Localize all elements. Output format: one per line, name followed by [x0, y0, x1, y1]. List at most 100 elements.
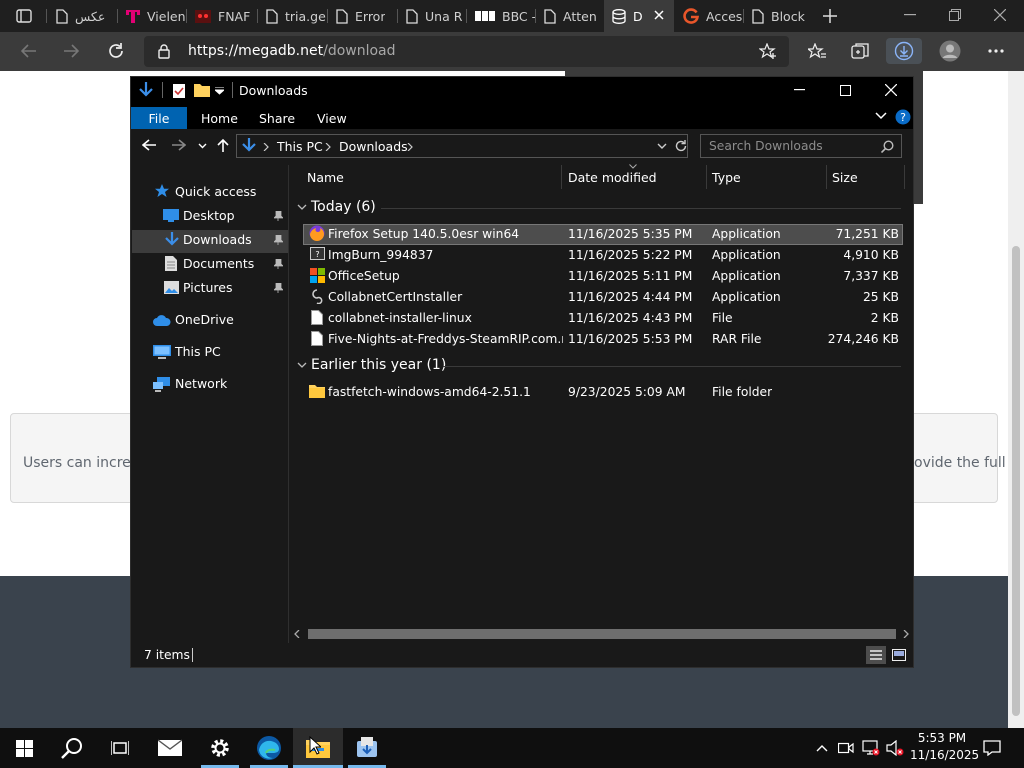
- column-divider[interactable]: [826, 165, 827, 189]
- column-header-type[interactable]: Type: [712, 170, 741, 185]
- group-collapse-icon[interactable]: [297, 204, 307, 211]
- search-taskbar-icon[interactable]: [48, 728, 96, 768]
- favorites-icon[interactable]: [804, 39, 830, 63]
- tab-8-active[interactable]: D: [604, 0, 674, 32]
- clock-time[interactable]: 5:53 PM: [910, 731, 974, 745]
- address-bar[interactable]: https://megadb.net/download: [144, 36, 789, 67]
- tab-7[interactable]: Atten: [536, 0, 604, 32]
- scroll-right-icon[interactable]: [903, 630, 909, 638]
- group-header-today[interactable]: Today (6): [311, 199, 376, 215]
- tab-0[interactable]: عكس: [48, 0, 117, 32]
- more-menu-icon[interactable]: [983, 39, 1009, 63]
- tab-3[interactable]: tria.ge: [258, 0, 327, 32]
- tab-2[interactable]: FNAF: [187, 0, 257, 32]
- tab-5[interactable]: Una R: [398, 0, 466, 32]
- group-collapse-icon[interactable]: [297, 362, 307, 369]
- explorer-close-icon[interactable]: [871, 77, 911, 103]
- breadcrumb-downloads[interactable]: Downloads: [339, 139, 408, 154]
- forward-icon[interactable]: [58, 39, 86, 63]
- collections-icon[interactable]: [847, 39, 873, 63]
- page-scrollbar[interactable]: [1008, 71, 1024, 728]
- nav-forward-icon[interactable]: [172, 139, 186, 151]
- sidebar-item-pictures[interactable]: Pictures: [183, 280, 233, 295]
- tab-6[interactable]: BBC -: [467, 0, 535, 32]
- tab-4[interactable]: Error: [328, 0, 397, 32]
- restore-icon[interactable]: [935, 0, 975, 30]
- file-name[interactable]: ImgBurn_994837: [328, 248, 560, 262]
- large-icons-view-icon[interactable]: [889, 646, 909, 664]
- new-folder-icon[interactable]: [194, 83, 210, 97]
- h-scroll-thumb[interactable]: [308, 629, 896, 639]
- search-icon[interactable]: [881, 140, 894, 153]
- tab-1[interactable]: Vielen: [118, 0, 186, 32]
- volume-icon[interactable]: [884, 738, 906, 758]
- column-divider[interactable]: [561, 165, 562, 189]
- sidebar-item-this-pc[interactable]: This PC: [175, 344, 221, 359]
- close-window-icon[interactable]: [980, 0, 1020, 30]
- ribbon-tab-home[interactable]: Home: [201, 107, 238, 129]
- refresh-icon[interactable]: [102, 39, 130, 63]
- sidebar-item-downloads[interactable]: Downloads: [183, 232, 252, 247]
- sidebar-quick-access[interactable]: Quick access: [175, 184, 256, 199]
- ribbon-tab-file[interactable]: File: [131, 107, 187, 129]
- sidebar-item-desktop[interactable]: Desktop: [183, 208, 235, 223]
- file-name[interactable]: fastfetch-windows-amd64-2.51.1: [328, 385, 560, 399]
- task-view-icon[interactable]: [96, 728, 144, 768]
- column-divider[interactable]: [904, 165, 905, 189]
- explorer-minimize-icon[interactable]: [779, 77, 819, 103]
- lock-icon[interactable]: [158, 44, 170, 59]
- nav-back-icon[interactable]: [142, 139, 156, 151]
- network-status-icon[interactable]: [860, 738, 882, 758]
- help-icon[interactable]: ?: [895, 109, 911, 125]
- file-name[interactable]: Firefox Setup 140.5.0esr win64: [328, 227, 560, 241]
- edge-browser-icon[interactable]: [245, 728, 293, 768]
- back-icon[interactable]: [14, 39, 42, 63]
- windows-start-icon[interactable]: [0, 728, 48, 768]
- column-divider[interactable]: [706, 165, 707, 189]
- mail-icon[interactable]: [146, 728, 194, 768]
- up-level-icon[interactable]: [217, 138, 229, 152]
- tab-actions-icon[interactable]: [10, 6, 38, 26]
- search-box[interactable]: Search Downloads: [700, 134, 902, 158]
- file-name[interactable]: CollabnetCertInstaller: [328, 290, 560, 304]
- notification-center-icon[interactable]: [980, 734, 1004, 762]
- recent-locations-icon[interactable]: [198, 143, 207, 149]
- add-favorite-icon[interactable]: [759, 43, 777, 60]
- search-input[interactable]: Search Downloads: [709, 139, 823, 153]
- minimize-icon[interactable]: [890, 0, 930, 30]
- clock-date[interactable]: 11/16/2025: [910, 748, 979, 762]
- column-header-date[interactable]: Date modified: [568, 170, 657, 185]
- downloads-icon[interactable]: [886, 38, 922, 64]
- address-refresh-icon[interactable]: [674, 139, 688, 153]
- file-name[interactable]: OfficeSetup: [328, 269, 560, 283]
- sidebar-item-network[interactable]: Network: [175, 376, 227, 391]
- explorer-maximize-icon[interactable]: [825, 77, 865, 103]
- app-installer-icon[interactable]: [343, 728, 391, 768]
- sidebar-item-onedrive[interactable]: OneDrive: [175, 312, 234, 327]
- show-hidden-icons-icon[interactable]: [812, 738, 832, 758]
- column-header-name[interactable]: Name: [307, 170, 344, 185]
- column-header-size[interactable]: Size: [832, 170, 858, 185]
- tab-9[interactable]: Acces: [675, 0, 743, 32]
- quick-access-toolbar-icon[interactable]: [215, 87, 224, 95]
- profile-avatar-icon[interactable]: [937, 39, 963, 63]
- address-dropdown-icon[interactable]: [657, 143, 667, 150]
- details-view-icon[interactable]: [866, 646, 886, 664]
- group-header-earlier[interactable]: Earlier this year (1): [311, 357, 446, 373]
- horizontal-scrollbar[interactable]: [290, 626, 913, 642]
- ribbon-tab-share[interactable]: Share: [259, 107, 295, 129]
- meet-now-icon[interactable]: [836, 738, 856, 758]
- scroll-left-icon[interactable]: [294, 630, 300, 638]
- file-name[interactable]: collabnet-installer-linux: [328, 311, 560, 325]
- ribbon-tab-view[interactable]: View: [317, 107, 347, 129]
- properties-icon[interactable]: [172, 83, 186, 99]
- breadcrumb-this-pc[interactable]: This PC: [277, 139, 323, 154]
- scroll-thumb[interactable]: [1012, 246, 1020, 716]
- address-box[interactable]: This PC Downloads: [236, 134, 688, 158]
- settings-gear-icon[interactable]: [196, 728, 244, 768]
- new-tab-icon[interactable]: [816, 6, 844, 26]
- file-name[interactable]: Five-Nights-at-Freddys-SteamRIP.com.rar: [328, 332, 563, 346]
- sidebar-item-documents[interactable]: Documents: [183, 256, 254, 271]
- expand-ribbon-icon[interactable]: [875, 112, 887, 120]
- tab-10[interactable]: Block: [744, 0, 812, 32]
